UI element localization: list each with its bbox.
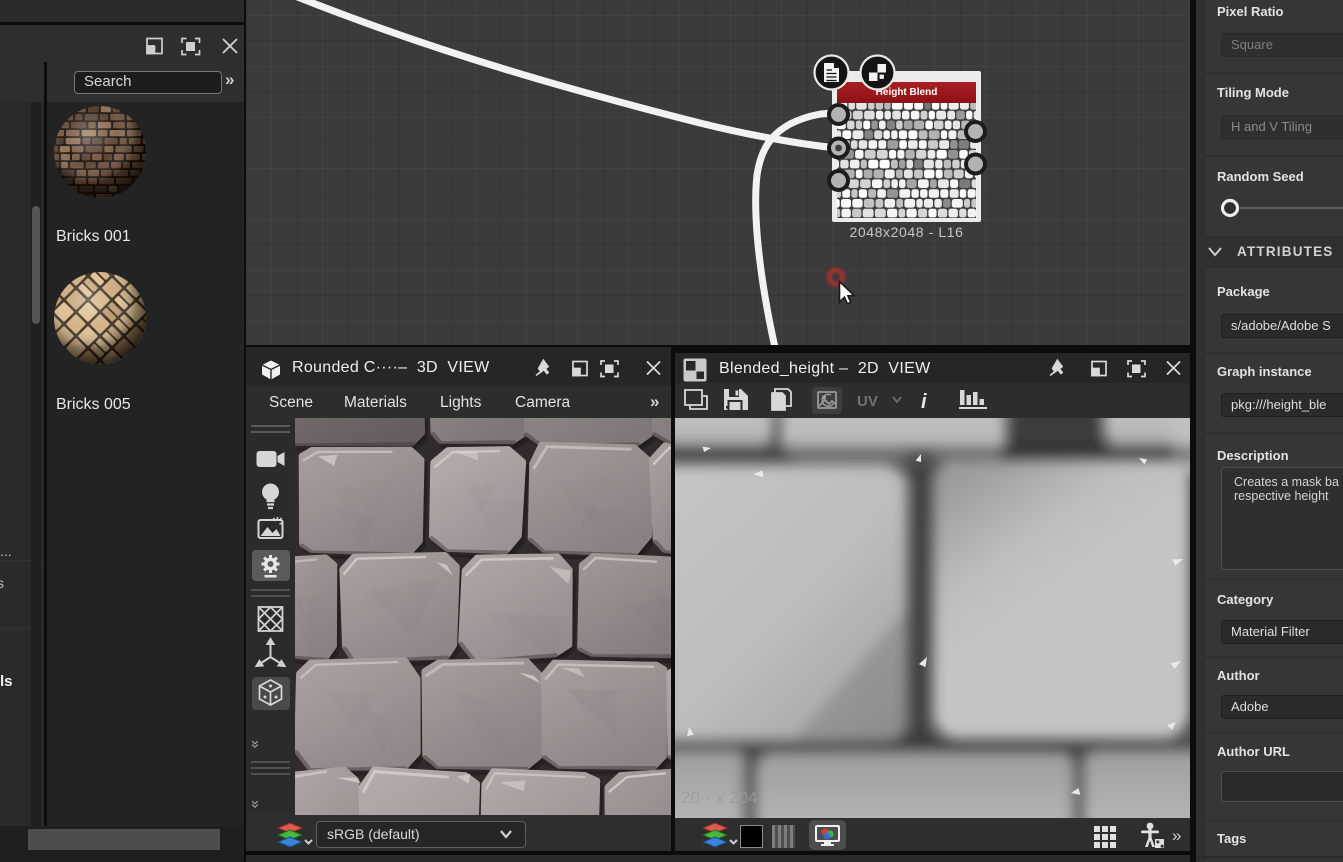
- svg-text:20·· x 204·: 20·· x 204·: [681, 788, 763, 807]
- svg-text:UV: UV: [857, 393, 878, 410]
- svg-text:i: i: [921, 391, 927, 413]
- svg-text:»: »: [247, 800, 264, 808]
- svg-text:»: »: [247, 740, 264, 748]
